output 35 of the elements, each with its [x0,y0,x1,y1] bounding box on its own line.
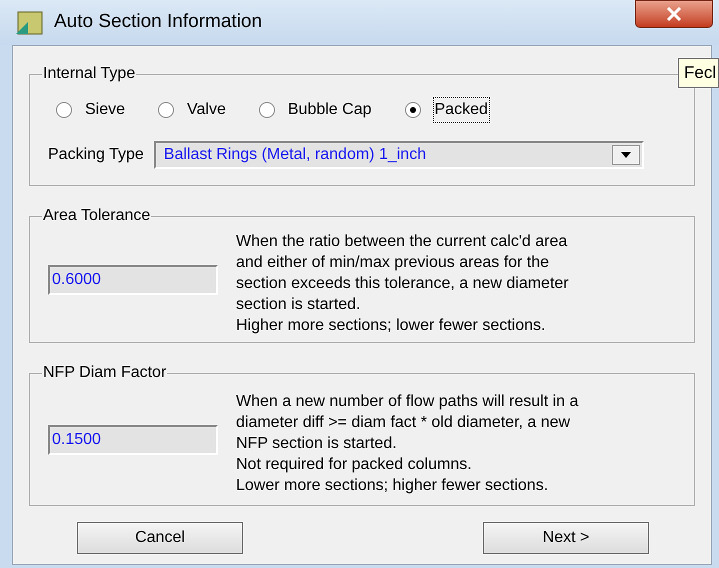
description-line: NFP section is started. [236,434,398,454]
description-line: When the ratio between the current calc'd area [236,232,568,252]
value-field[interactable]: 0.1500 [48,424,218,454]
description-line: section is started. [236,295,362,315]
description-line: diameter diff >= diam fact * old diameter, a new [236,413,572,433]
radio-label[interactable]: Packed [432,97,490,123]
close-icon [666,7,682,21]
radio-label[interactable]: Valve [186,98,227,122]
dialog-button[interactable]: Cancel [77,522,243,554]
description-line: Lower more sections; higher fewer sections. [236,476,550,496]
radio-button[interactable] [158,102,174,118]
radio-button[interactable] [404,102,420,118]
radio-button[interactable] [56,102,72,118]
packing-type-label: Packing Type [48,145,144,165]
tooltip: Fecl [678,58,719,88]
radio-label[interactable]: Sieve [84,98,126,122]
description-line: When a new number of flow paths will result in a [236,392,578,412]
description-line: Not required for packed columns. [236,455,473,475]
dialog-button[interactable]: Next > [483,522,649,554]
dropdown-value: Ballast Rings (Metal, random) 1_inch [164,145,426,165]
radio-button[interactable] [258,102,275,118]
caret-icon [620,152,631,158]
field-value: 0.6000 [52,270,101,290]
dropdown-arrow-button[interactable] [612,145,640,165]
app-icon [14,10,44,36]
radio-label[interactable]: Bubble Cap [286,98,372,122]
packing-type-dropdown[interactable]: Ballast Rings (Metal, random) 1_inch [154,141,644,169]
value-field[interactable]: 0.6000 [48,264,218,294]
description-line: Higher more sections; lower fewer sections. [236,316,546,336]
close-button[interactable] [635,0,713,28]
field-value: 0.1500 [52,430,101,450]
group-label: Internal Type [42,64,136,84]
description-line: section exceeds this tolerance, a new diameter [236,274,569,294]
window-title: Auto Section Information [54,10,262,34]
description-line: and either of min/max previous areas for the [236,253,550,273]
